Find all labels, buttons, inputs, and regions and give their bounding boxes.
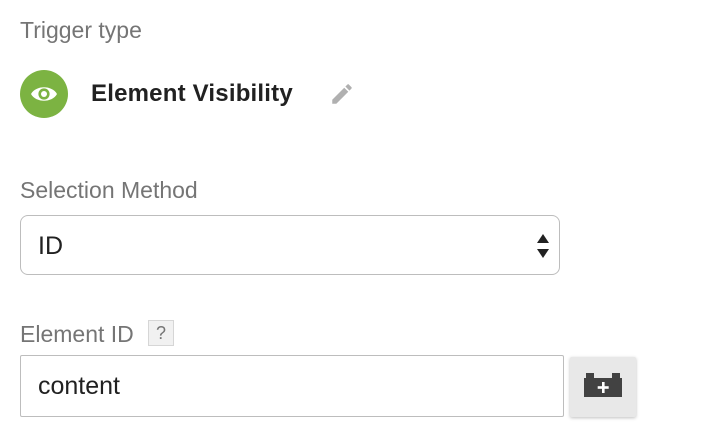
trigger-type-row: Element Visibility (20, 70, 357, 118)
selection-method-label: Selection Method (20, 177, 198, 203)
variable-block-add-icon (582, 371, 624, 404)
pencil-icon[interactable] (327, 79, 357, 109)
trigger-type-label: Trigger type (20, 17, 142, 43)
selection-method-value: ID (38, 232, 63, 260)
help-icon[interactable]: ? (148, 320, 174, 346)
insert-variable-button[interactable] (570, 357, 636, 417)
element-id-label: Element ID (20, 321, 134, 347)
trigger-type-name: Element Visibility (91, 80, 293, 107)
selection-method-select[interactable]: ID (20, 215, 560, 275)
eye-icon (20, 70, 68, 118)
select-arrows-icon (535, 232, 551, 260)
element-id-input[interactable] (20, 355, 564, 417)
